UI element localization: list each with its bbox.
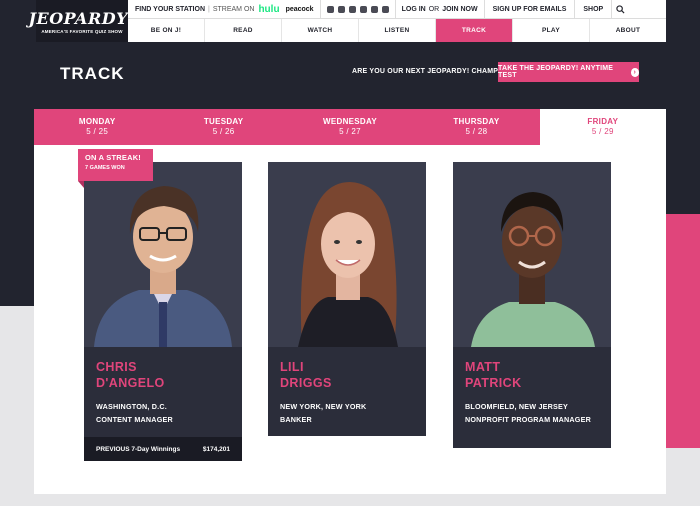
tab-day: TUESDAY: [203, 117, 244, 126]
shop-link[interactable]: SHOP: [574, 0, 611, 18]
streak-badge: ON A STREAK! 7 GAMES WON: [78, 149, 153, 181]
tab-thursday[interactable]: THURSDAY 5 / 28: [413, 109, 540, 145]
contestant-last-name: DRIGGS: [280, 376, 332, 391]
contestant-photo: [84, 162, 242, 347]
nav-about[interactable]: ABOUT: [590, 19, 666, 42]
anytime-test-button[interactable]: TAKE THE JEOPARDY! ANYTIME TEST ›: [498, 62, 639, 82]
logo-word: JEOPARDY!: [28, 8, 136, 28]
contestant-photo: [453, 162, 611, 347]
youtube-icon[interactable]: [359, 5, 367, 13]
arrow-right-icon: ›: [630, 67, 639, 77]
nav-listen[interactable]: LISTEN: [359, 19, 436, 42]
tab-day: THURSDAY: [453, 117, 500, 126]
search-icon: [616, 4, 625, 14]
contestant-first-name: CHRIS: [96, 360, 137, 374]
signup-emails-link[interactable]: SIGN UP FOR EMAILS: [483, 0, 575, 18]
tab-date: 5 / 29: [591, 127, 614, 136]
main-nav: BE ON J! READ WATCH LISTEN TRACK PLAY AB…: [128, 18, 666, 42]
winnings-value: $174,201: [202, 445, 230, 453]
tiktok-icon[interactable]: [370, 5, 378, 13]
peacock-link[interactable]: peacock: [286, 6, 314, 13]
news-icon[interactable]: [381, 5, 389, 13]
contestant-info: BLOOMFIELD, NEW JERSEY NONPROFIT PROGRAM…: [453, 392, 611, 427]
stream-on-label: STREAM ON: [212, 5, 255, 13]
search-button[interactable]: [611, 0, 629, 18]
nav-read[interactable]: READ: [205, 19, 282, 42]
streak-badge-tail: [78, 181, 84, 188]
streak-games: 7 GAMES WON: [85, 165, 125, 171]
facebook-icon[interactable]: [326, 5, 334, 13]
contestant-card-matt[interactable]: MATT PATRICK BLOOMFIELD, NEW JERSEY NONP…: [453, 162, 611, 448]
winnings-label: PREVIOUS 7-Day Winnings: [96, 445, 181, 453]
nav-track[interactable]: TRACK: [436, 19, 513, 42]
contestant-last-name: D'ANGELO: [96, 376, 165, 391]
anytime-test-label: TAKE THE JEOPARDY! ANYTIME TEST: [498, 65, 614, 79]
tab-date: 5 / 27: [339, 127, 361, 136]
champion-prompt: ARE YOU OUR NEXT JEOPARDY! CHAMPION?: [352, 68, 516, 75]
divider: |: [208, 5, 210, 13]
tab-date: 5 / 25: [86, 127, 109, 136]
contestant-info: NEW YORK, NEW YORK BANKER: [268, 392, 426, 427]
instagram-icon[interactable]: [348, 5, 356, 13]
login-link[interactable]: LOG IN: [402, 6, 426, 13]
contestant-location: NEW YORK, NEW YORK: [280, 401, 367, 411]
join-now-link[interactable]: JOIN NOW: [442, 6, 477, 13]
page-title: TRACK: [60, 64, 125, 83]
jeopardy-logo[interactable]: JEOPARDY! AMERICA'S FAVORITE QUIZ SHOW: [28, 0, 135, 42]
contestant-name: LILI DRIGGS: [268, 347, 426, 392]
hulu-link[interactable]: hulu: [258, 4, 279, 15]
contestant-location: WASHINGTON, D.C.: [96, 401, 167, 411]
contestant-location: BLOOMFIELD, NEW JERSEY: [465, 401, 569, 411]
contestant-first-name: MATT: [465, 360, 501, 374]
contestant-photo: [268, 162, 426, 347]
contestant-occupation: CONTENT MANAGER: [96, 414, 173, 424]
contestant-name: MATT PATRICK: [453, 347, 611, 392]
find-station-link[interactable]: FIND YOUR STATION: [128, 6, 205, 13]
auth-links: LOG IN OR JOIN NOW: [394, 0, 484, 18]
social-links: [319, 0, 395, 18]
contestant-occupation: BANKER: [280, 414, 312, 424]
tab-wednesday[interactable]: WEDNESDAY 5 / 27: [286, 109, 414, 145]
nav-watch[interactable]: WATCH: [282, 19, 359, 42]
contestant-info: WASHINGTON, D.C. CONTENT MANAGER: [84, 392, 242, 427]
x-icon[interactable]: [337, 5, 345, 13]
day-tabs: MONDAY 5 / 25 TUESDAY 5 / 26 WEDNESDAY 5…: [34, 109, 667, 145]
winnings-bar: PREVIOUS 7-Day Winnings $174,201: [84, 437, 242, 461]
contestant-card-chris[interactable]: CHRIS D'ANGELO WASHINGTON, D.C. CONTENT …: [84, 162, 242, 461]
tab-date: 5 / 28: [465, 127, 488, 136]
logo-tagline: AMERICA'S FAVORITE QUIZ SHOW: [41, 28, 123, 34]
contestant-name: CHRIS D'ANGELO: [84, 347, 242, 392]
contestant-card-lili[interactable]: LILI DRIGGS NEW YORK, NEW YORK BANKER: [268, 162, 426, 436]
or-label: OR: [428, 5, 440, 13]
decorative-pink-block: [666, 214, 700, 448]
tab-tuesday[interactable]: TUESDAY 5 / 26: [160, 109, 287, 145]
tab-date: 5 / 26: [212, 127, 235, 136]
streak-title: ON A STREAK!: [85, 153, 142, 162]
nav-play[interactable]: PLAY: [513, 19, 590, 42]
contestant-occupation: NONPROFIT PROGRAM MANAGER: [465, 414, 591, 424]
tab-day: MONDAY: [78, 117, 116, 126]
contestant-first-name: LILI: [280, 360, 304, 374]
tab-monday[interactable]: MONDAY 5 / 25: [34, 109, 161, 145]
contestant-last-name: PATRICK: [465, 376, 522, 391]
tab-friday[interactable]: FRIDAY 5 / 29: [539, 109, 667, 145]
nav-be-on-j[interactable]: BE ON J!: [128, 19, 205, 42]
header-utility-bar: FIND YOUR STATION | STREAM ON hulu peaco…: [128, 0, 666, 18]
tab-day: WEDNESDAY: [323, 117, 377, 126]
tab-day: FRIDAY: [587, 117, 619, 126]
